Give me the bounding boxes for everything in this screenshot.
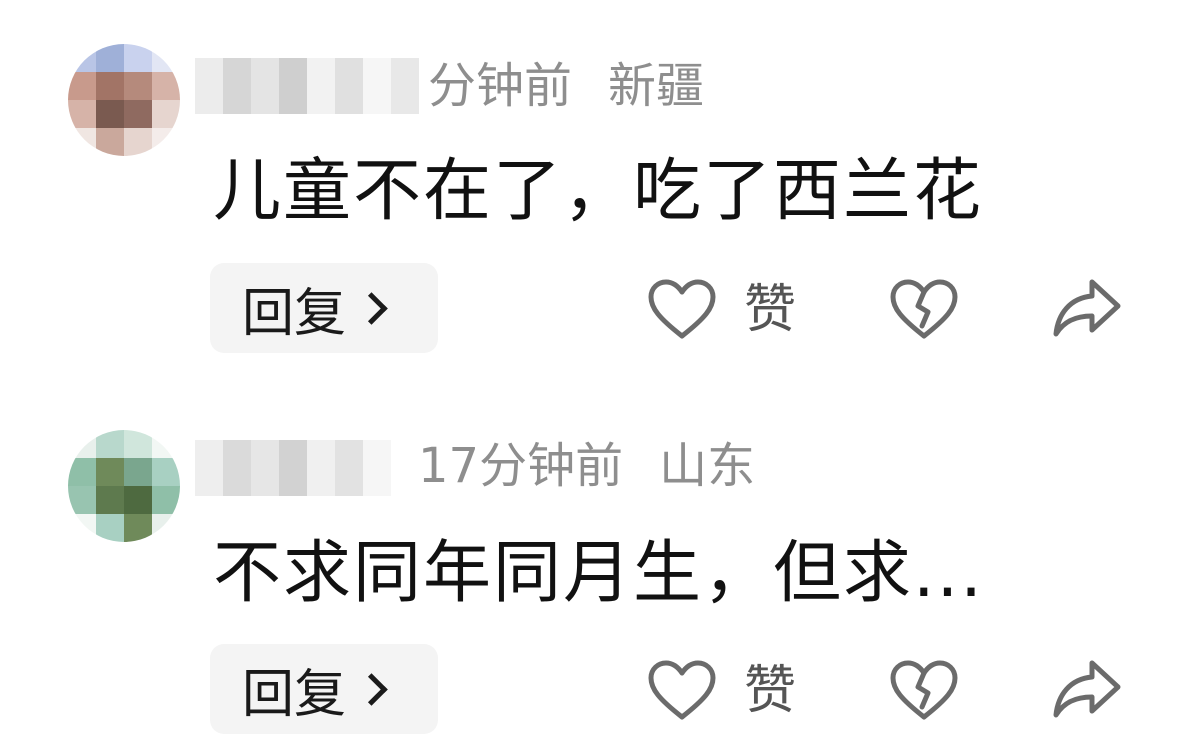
heart-outline-icon[interactable] (647, 659, 717, 723)
reply-button[interactable]: 回复 (210, 644, 438, 734)
reply-label: 回复 (242, 664, 347, 725)
like-label[interactable]: 赞 (744, 661, 796, 721)
comment-location: 新疆 (608, 58, 705, 114)
comment-meta: 分钟前 新疆 (428, 58, 704, 114)
avatar[interactable] (68, 430, 180, 542)
username-blurred[interactable] (195, 440, 415, 496)
chevron-right-icon (355, 672, 388, 706)
chevron-right-icon (355, 291, 388, 325)
comment-time: 分钟前 (428, 58, 573, 114)
comment-time: 17分钟前 (418, 438, 624, 494)
avatar[interactable] (68, 44, 180, 156)
comment-text: 儿童不在了，吃了西兰花 (213, 152, 984, 231)
comment-meta: 17分钟前 山东 (418, 438, 755, 494)
comment-item: 17分钟前 山东 不求同年同月生，但求... 回复 赞 (0, 382, 1200, 742)
share-arrow-icon[interactable] (1050, 657, 1124, 723)
reply-button[interactable]: 回复 (210, 263, 438, 353)
reply-label: 回复 (242, 283, 347, 344)
comment-item: 分钟前 新疆 儿童不在了，吃了西兰花 回复 赞 (0, 0, 1200, 360)
like-label[interactable]: 赞 (744, 280, 796, 340)
comment-text: 不求同年同月生，但求... (213, 534, 984, 613)
comment-location: 山东 (659, 438, 756, 494)
share-arrow-icon[interactable] (1050, 276, 1124, 342)
broken-heart-icon[interactable] (889, 278, 959, 342)
username-blurred[interactable] (195, 58, 445, 114)
broken-heart-icon[interactable] (889, 659, 959, 723)
heart-outline-icon[interactable] (647, 278, 717, 342)
